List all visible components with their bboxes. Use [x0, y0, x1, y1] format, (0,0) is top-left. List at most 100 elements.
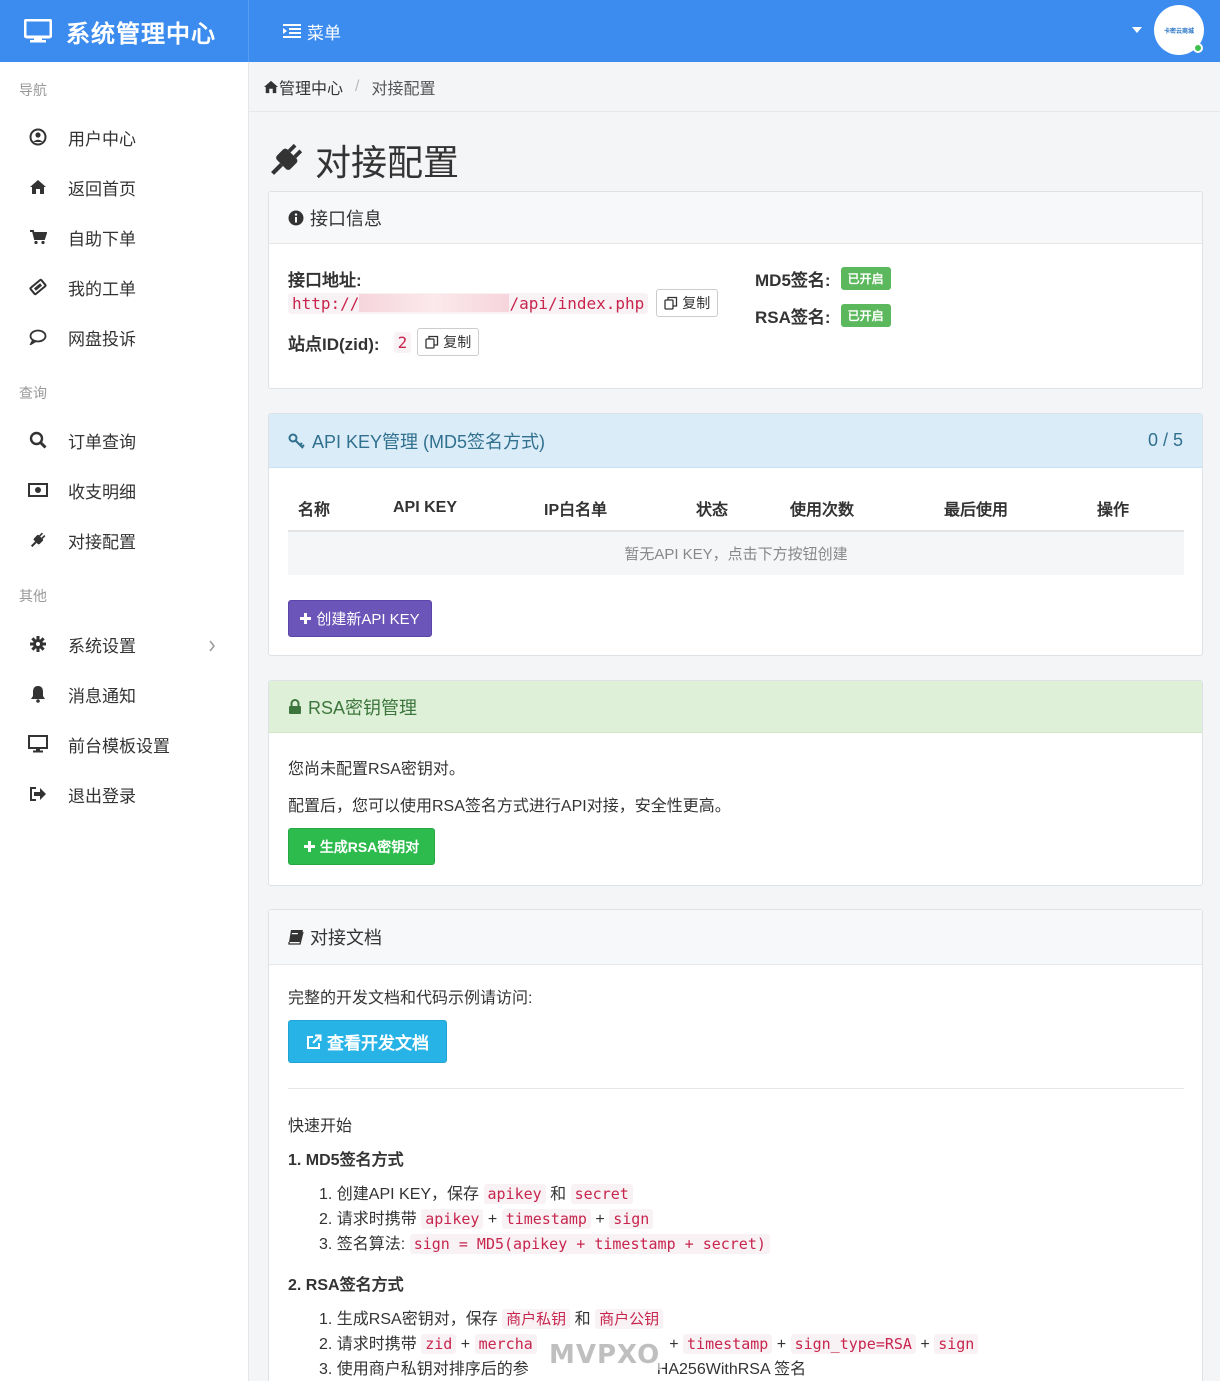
panel-title: API KEY管理 (MD5签名方式): [312, 431, 546, 452]
sidebar-item-self-order[interactable]: 自助下单: [0, 212, 248, 262]
step-text: HA256WithRSA 签名: [656, 1361, 807, 1378]
sidebar-item-logout[interactable]: 退出登录: [0, 769, 248, 819]
rsa-sign-row: RSA签名: 已开启: [755, 303, 891, 328]
plus-sign: +: [595, 1211, 605, 1228]
breadcrumb: 管理中心 / 对接配置: [249, 62, 1220, 112]
column-header: 使用次数: [780, 485, 934, 532]
brand[interactable]: 系统管理中心: [0, 0, 249, 62]
list-item: 1. 生成RSA密钥对，保存 商户私钥 和 商户公钥: [319, 1307, 978, 1332]
create-apikey-button[interactable]: 创建新API KEY: [288, 600, 432, 637]
avatar-logo-text: 卡密云商城: [1163, 28, 1194, 35]
inline-code: secret: [570, 1184, 633, 1204]
inline-code: 商户公钥: [595, 1309, 664, 1329]
button-label: 创建新API KEY: [316, 611, 420, 628]
search-icon: [28, 430, 48, 450]
ticket-icon: [28, 277, 48, 297]
apikey-count: 0 / 5: [1147, 430, 1183, 450]
column-header: 最后使用: [934, 485, 1087, 532]
main-content: 对接配置 接口信息 接口地址: http:// /api/index.php 复…: [249, 112, 1220, 1381]
plug-icon: [271, 143, 303, 175]
list-item: 3. 签名算法: sign = MD5(apikey + timestamp +…: [319, 1232, 770, 1257]
sidebar-item-complaints[interactable]: 网盘投诉: [0, 312, 248, 362]
inline-code: sign: [934, 1334, 979, 1354]
apikey-table-wrap: 名称 API KEY IP白名单 状态 使用次数 最后使用 操作 暂无API K…: [288, 485, 1184, 575]
panel-title: RSA密钥管理: [308, 697, 418, 718]
button-label: 查看开发文档: [327, 1034, 429, 1053]
api-address-prefix: http://: [292, 293, 360, 313]
panel-heading: 对接文档: [269, 910, 1202, 965]
rsa-status-badge: 已开启: [840, 304, 891, 327]
step-text: 和: [550, 1186, 567, 1203]
column-header: IP白名单: [534, 485, 686, 532]
sidebar-item-label: 退出登录: [68, 786, 136, 806]
panel-heading: 接口信息: [269, 192, 1202, 244]
step-text: 2. 请求时携带: [319, 1211, 417, 1228]
rsa-label: RSA签名:: [755, 308, 831, 327]
step-text: 2. 请求时携带: [319, 1336, 417, 1353]
page-title-text: 对接配置: [315, 142, 460, 183]
sidebar-item-finance[interactable]: 收支明细: [0, 465, 248, 515]
panel-title: 接口信息: [310, 208, 382, 229]
md5-label: MD5签名:: [755, 271, 831, 290]
inline-code: zid: [421, 1334, 457, 1354]
sidebar-item-order-query[interactable]: 订单查询: [0, 415, 248, 465]
md5-status-badge: 已开启: [840, 267, 891, 290]
key-icon: [288, 433, 305, 449]
sidebar-item-label: 用户中心: [68, 129, 136, 149]
sidebar-item-api-config[interactable]: 对接配置: [0, 515, 248, 565]
sidebar-section-other: 其他: [19, 588, 47, 604]
zid-row: 站点ID(zid): 2 复制: [288, 328, 480, 356]
desktop-icon: [24, 19, 52, 43]
copy-label: 复制: [682, 295, 711, 311]
sidebar: 导航 用户中心 返回首页 自助下单 我的工单 网盘投诉 查询 订单查询 收支明细…: [0, 62, 249, 1381]
sidebar-item-tickets[interactable]: 我的工单: [0, 262, 248, 312]
md5-steps-list: 1. 创建API KEY，保存 apikey 和 secret 2. 请求时携带…: [319, 1182, 770, 1257]
copy-zid-button[interactable]: 复制: [417, 328, 480, 356]
inline-code: timestamp: [683, 1334, 773, 1354]
inline-code: timestamp: [501, 1209, 591, 1229]
copy-address-button[interactable]: 复制: [656, 289, 719, 317]
plus-sign: +: [776, 1336, 787, 1353]
plug-icon: [28, 530, 48, 550]
inline-code: sign: [609, 1209, 654, 1229]
breadcrumb-current: 对接配置: [371, 80, 436, 98]
view-docs-button[interactable]: 查看开发文档: [288, 1020, 447, 1063]
online-status-dot: [1193, 43, 1203, 53]
sidebar-item-notifications[interactable]: 消息通知: [0, 669, 248, 719]
sidebar-item-label: 订单查询: [68, 432, 136, 452]
column-header: API KEY: [383, 485, 534, 532]
chevron-right-icon[interactable]: [208, 637, 216, 657]
comment-icon: [28, 327, 48, 347]
sidebar-item-frontend-template[interactable]: 前台模板设置: [0, 719, 248, 769]
divider: [288, 1088, 1184, 1089]
sidebar-item-label: 网盘投诉: [68, 329, 136, 349]
interface-info-panel: 接口信息 接口地址: http:// /api/index.php 复制 站点I…: [268, 191, 1203, 389]
breadcrumb-separator: /: [355, 77, 360, 95]
watermark: MVPXO: [547, 1340, 663, 1370]
sidebar-item-label: 前台模板设置: [68, 736, 170, 756]
breadcrumb-home-link[interactable]: 管理中心: [279, 75, 343, 99]
user-menu[interactable]: 卡密云商城: [1132, 5, 1204, 55]
avatar[interactable]: 卡密云商城: [1154, 5, 1204, 55]
step-text: 3. 使用商户私钥对排序后的参: [319, 1361, 529, 1378]
sidebar-item-home[interactable]: 返回首页: [0, 162, 248, 212]
sidebar-item-system-settings[interactable]: 系统设置: [0, 619, 248, 669]
menu-toggle-button[interactable]: 菜单: [283, 19, 341, 44]
menu-label: 菜单: [307, 23, 341, 43]
sidebar-item-label: 收支明细: [68, 482, 136, 502]
sidebar-item-user-center[interactable]: 用户中心: [0, 112, 248, 162]
api-address-row: http:// /api/index.php 复制: [288, 289, 719, 317]
generate-rsa-button[interactable]: 生成RSA密钥对: [288, 828, 435, 865]
docs-intro-text: 完整的开发文档和代码示例请访问:: [288, 990, 533, 1007]
panel-heading: RSA密钥管理: [269, 681, 1202, 733]
gear-icon: [28, 634, 48, 654]
sidebar-item-label: 我的工单: [68, 279, 136, 299]
sidebar-section-nav: 导航: [19, 82, 47, 98]
desktop-icon: [28, 734, 48, 754]
page-title: 对接配置: [267, 134, 459, 186]
table-header-row: 名称 API KEY IP白名单 状态 使用次数 最后使用 操作: [288, 485, 1184, 532]
inline-code: apikey: [483, 1184, 546, 1204]
chevron-down-icon[interactable]: [1132, 27, 1142, 33]
logout-icon: [28, 784, 48, 804]
external-link-icon: [307, 1034, 322, 1049]
